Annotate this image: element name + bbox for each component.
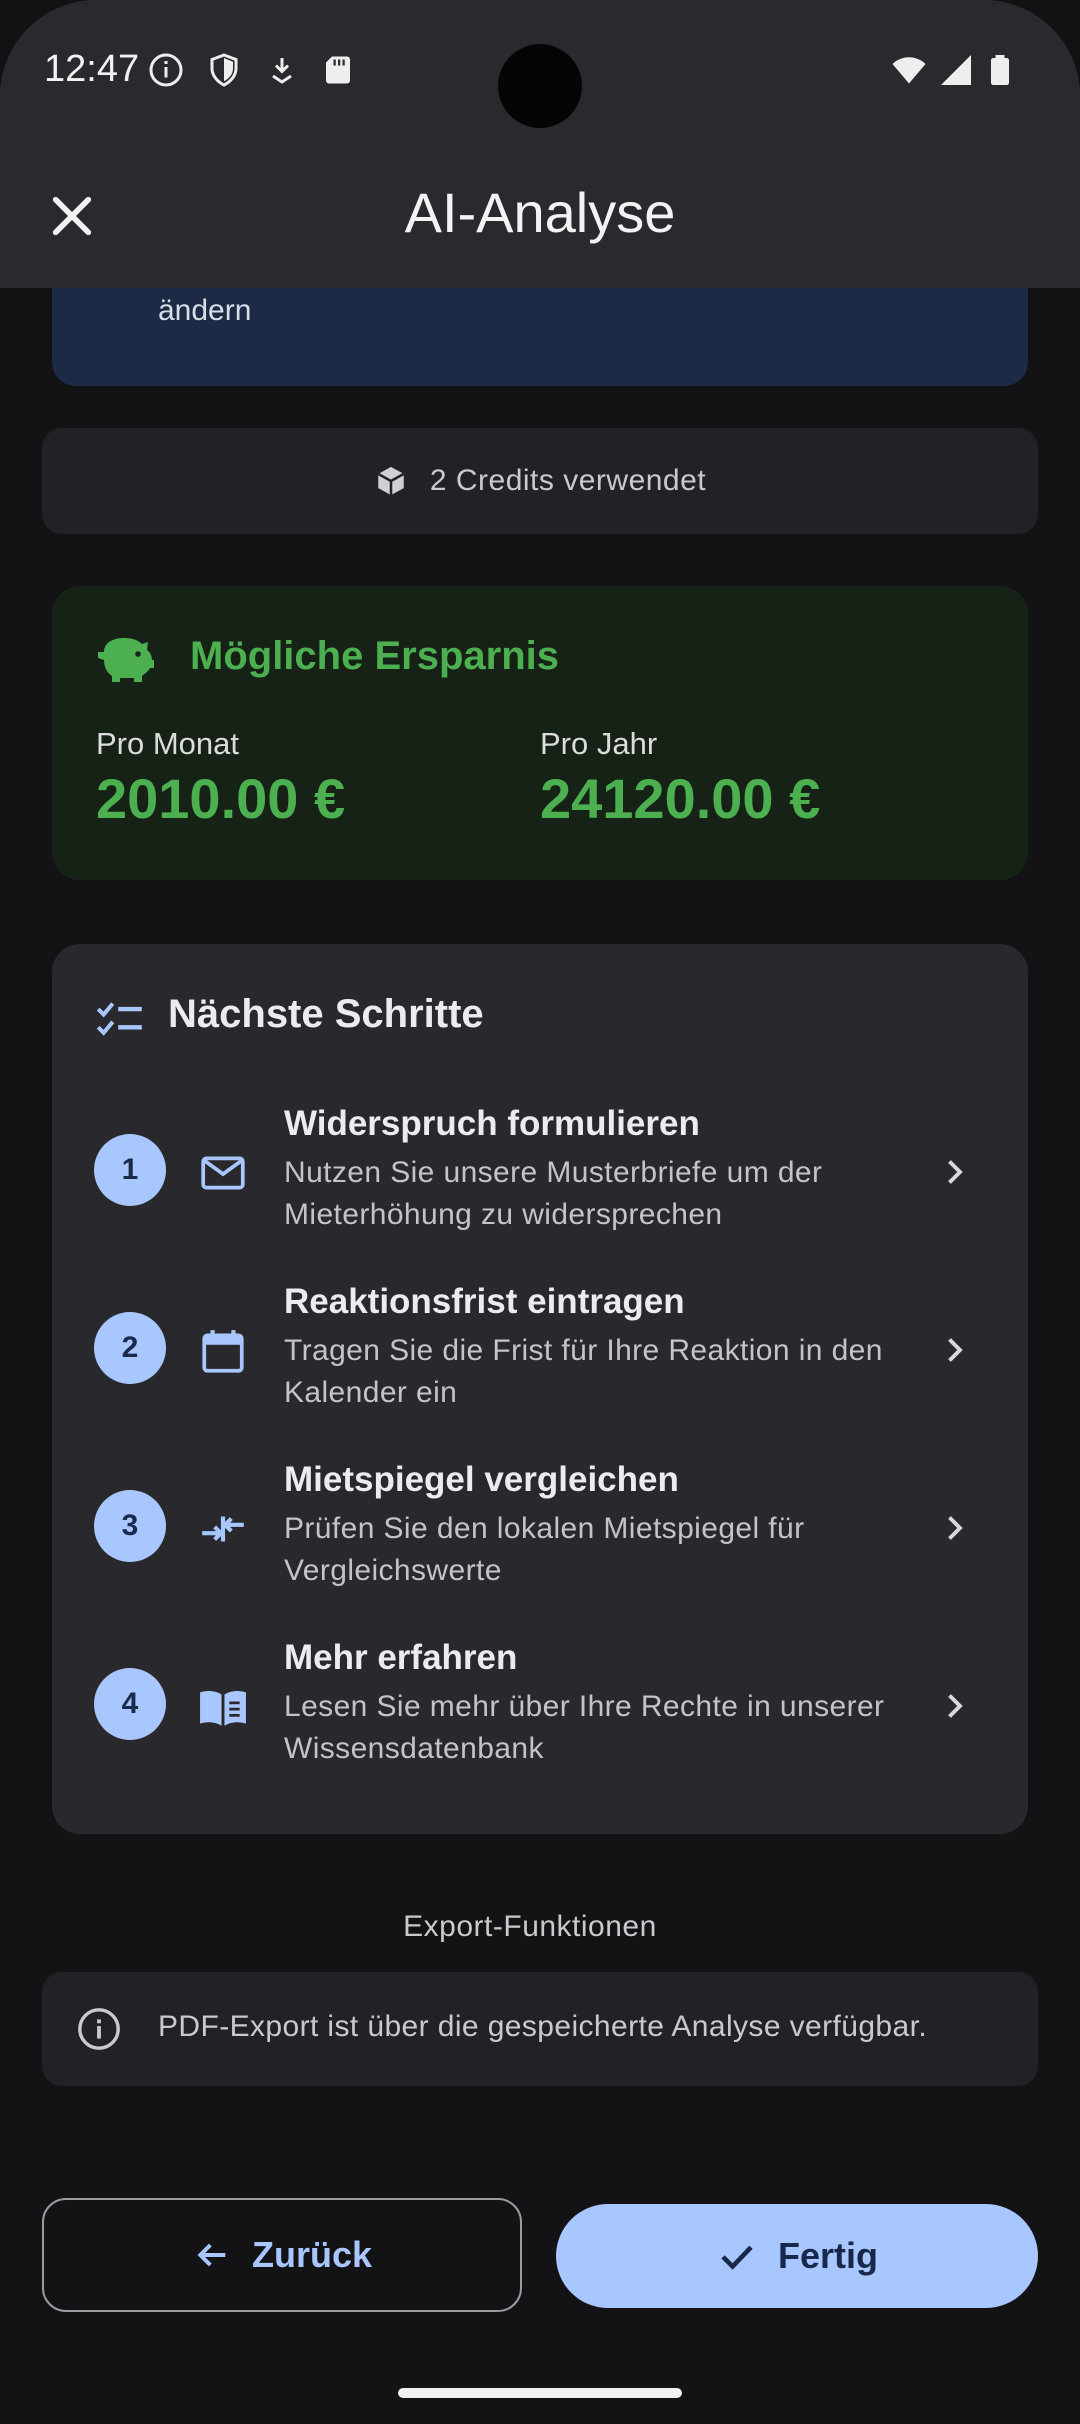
savings-card: Mögliche Ersparnis Pro Monat 2010.00 € P…	[52, 586, 1028, 880]
back-button-label: Zurück	[251, 2234, 373, 2275]
step-number: 3	[94, 1490, 166, 1562]
calendar-icon	[202, 1330, 244, 1373]
per-month-label: Pro Monat	[96, 726, 240, 761]
checklist-icon	[96, 1002, 142, 1036]
battery-icon	[991, 55, 1009, 85]
next-steps-card: Nächste Schritte 1 Widerspruch formulier…	[52, 944, 1028, 1834]
per-month-value: 2010.00 €	[96, 767, 346, 830]
step-number: 1	[94, 1134, 166, 1206]
shield-status-icon	[210, 53, 238, 87]
download-status-icon	[272, 58, 292, 84]
compare-arrows-icon	[202, 1516, 244, 1542]
step-title: Mehr erfahren	[284, 1638, 518, 1677]
piggy-bank-icon	[98, 638, 154, 682]
step-title: Widerspruch formulieren	[284, 1104, 700, 1143]
step-item-1[interactable]: 1 Widerspruch formulieren Nutzen Sie uns…	[52, 1086, 1028, 1246]
page-title: AI-Analyse	[404, 181, 676, 244]
chevron-right-icon	[948, 1160, 963, 1184]
step-description: Lesen Sie mehr über Ihre Rechte in unser…	[284, 1690, 885, 1765]
per-year-value: 24120.00 €	[540, 767, 821, 830]
sd-card-status-icon	[326, 56, 350, 84]
chevron-right-icon	[948, 1516, 963, 1540]
step-item-4[interactable]: 4 Mehr erfahren Lesen Sie mehr über Ihre…	[52, 1620, 1028, 1780]
step-description: Nutzen Sie unsere Musterbriefe um der Mi…	[284, 1156, 823, 1231]
chevron-right-icon	[948, 1694, 963, 1718]
mail-icon	[201, 1156, 245, 1190]
savings-title: Mögliche Ersparnis	[190, 634, 559, 678]
check-icon	[721, 2245, 753, 2270]
done-button[interactable]: Fertig	[556, 2204, 1038, 2308]
back-button[interactable]: Zurück	[42, 2198, 522, 2312]
status-time: 12:47	[44, 48, 140, 90]
camera-cutout	[498, 44, 582, 128]
export-info-box: PDF-Export ist über die gespeicherte Ana…	[42, 1972, 1038, 2086]
per-year-label: Pro Jahr	[540, 726, 658, 761]
export-heading: Export-Funktionen	[403, 1910, 657, 1943]
credits-badge: 2 Credits verwendet	[42, 428, 1038, 534]
chevron-right-icon	[948, 1338, 963, 1362]
token-icon	[377, 466, 405, 496]
step-description: Prüfen Sie den lokalen Mietspiegel für V…	[284, 1512, 805, 1587]
book-icon	[200, 1691, 246, 1726]
screen: 12:47 AI-Analyse ändern 2 Credits verwen…	[0, 0, 1080, 2424]
step-item-2[interactable]: 2 Reaktionsfrist eintragen Tragen Sie di…	[52, 1264, 1028, 1424]
export-info-text: PDF-Export ist über die gespeicherte Ana…	[158, 2010, 928, 2043]
next-steps-title: Nächste Schritte	[168, 992, 484, 1036]
step-title: Reaktionsfrist eintragen	[284, 1282, 685, 1321]
credits-label: 2 Credits verwendet	[429, 464, 707, 497]
step-number: 2	[94, 1312, 166, 1384]
signal-icon	[941, 55, 971, 85]
done-button-label: Fertig	[777, 2235, 878, 2276]
step-number: 4	[94, 1668, 166, 1740]
home-indicator[interactable]	[398, 2388, 682, 2398]
info-status-icon	[149, 53, 183, 87]
step-item-3[interactable]: 3 Mietspiegel vergleichen Prüfen Sie den…	[52, 1442, 1028, 1602]
top-bar: 12:47 AI-Analyse	[0, 0, 1080, 288]
arrow-left-icon	[197, 2243, 226, 2267]
wifi-icon	[892, 57, 926, 84]
step-description: Tragen Sie die Frist für Ihre Reaktion i…	[284, 1334, 883, 1409]
step-title: Mietspiegel vergleichen	[284, 1460, 679, 1499]
banner-text: ändern	[158, 294, 252, 327]
info-icon	[78, 2008, 120, 2050]
